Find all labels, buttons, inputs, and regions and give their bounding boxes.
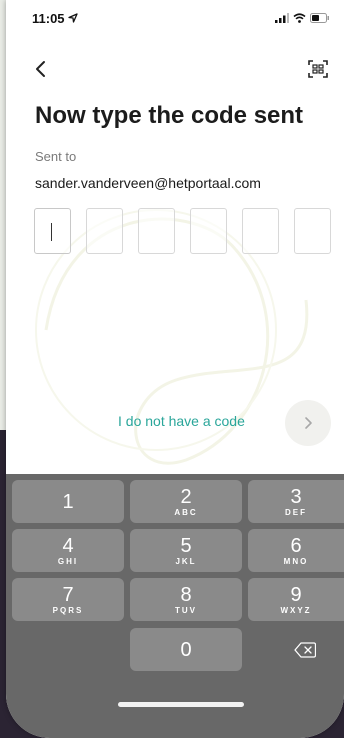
- key-2[interactable]: 2 ABC: [130, 480, 242, 523]
- key-letters: ABC: [174, 508, 198, 517]
- key-digit: 5: [180, 535, 192, 557]
- code-digit-box[interactable]: [138, 208, 175, 254]
- code-digit-box[interactable]: [294, 208, 331, 254]
- key-digit: 2: [180, 486, 192, 508]
- key-6[interactable]: 6 MNO: [248, 529, 344, 572]
- key-digit: 3: [290, 486, 302, 508]
- chevron-right-icon: [305, 417, 312, 429]
- page-title: Now type the code sent: [35, 102, 304, 129]
- sent-to-label: Sent to: [35, 149, 77, 164]
- key-7[interactable]: 7 PQRS: [12, 578, 124, 621]
- status-time: 11:05: [32, 10, 65, 26]
- code-digit-box[interactable]: [86, 208, 123, 254]
- key-1[interactable]: 1: [12, 480, 124, 523]
- delete-key[interactable]: [280, 628, 330, 671]
- backspace-icon: [294, 641, 316, 658]
- key-letters: GHI: [57, 557, 79, 566]
- key-3[interactable]: 3 DEF: [248, 480, 344, 523]
- key-0[interactable]: 0: [130, 628, 242, 671]
- key-digit: 4: [62, 535, 74, 557]
- next-button[interactable]: [285, 400, 331, 446]
- key-digit: 8: [180, 584, 192, 606]
- key-letters: MNO: [283, 557, 309, 566]
- no-code-link[interactable]: I do not have a code: [118, 413, 245, 429]
- key-digit: 9: [290, 584, 302, 606]
- cellular-signal-icon: [275, 13, 289, 23]
- recipient-email: sander.vanderveen@hetportaal.com: [35, 175, 261, 191]
- battery-icon: [310, 13, 329, 23]
- text-caret: [51, 223, 52, 241]
- key-letters: PQRS: [52, 606, 84, 615]
- status-bar: 11:05: [6, 0, 344, 36]
- key-9[interactable]: 9 WXYZ: [248, 578, 344, 621]
- wifi-icon: [293, 13, 306, 23]
- key-letters: JKL: [175, 557, 197, 566]
- code-input-row: [34, 208, 331, 254]
- key-letters: TUV: [175, 606, 197, 615]
- code-digit-box[interactable]: [242, 208, 279, 254]
- key-digit: 6: [290, 535, 302, 557]
- code-digit-box[interactable]: [34, 208, 71, 254]
- key-digit: 1: [62, 491, 74, 513]
- key-letters: WXYZ: [280, 606, 312, 615]
- key-4[interactable]: 4 GHI: [12, 529, 124, 572]
- scan-code-icon[interactable]: [306, 57, 330, 81]
- key-letters: DEF: [285, 508, 307, 517]
- key-5[interactable]: 5 JKL: [130, 529, 242, 572]
- location-arrow-icon: [67, 13, 78, 23]
- back-arrow-icon[interactable]: [30, 58, 52, 80]
- key-digit: 7: [62, 584, 74, 606]
- home-indicator[interactable]: [118, 702, 244, 707]
- numeric-keypad: 1 2 ABC 3 DEF 4 GHI 5 JKL 6 MNO 7 PQRS 8…: [6, 474, 344, 738]
- code-digit-box[interactable]: [190, 208, 227, 254]
- key-8[interactable]: 8 TUV: [130, 578, 242, 621]
- phone-screen: 11:05 Now type the code sent Sent to san…: [6, 0, 344, 738]
- key-digit: 0: [180, 639, 192, 661]
